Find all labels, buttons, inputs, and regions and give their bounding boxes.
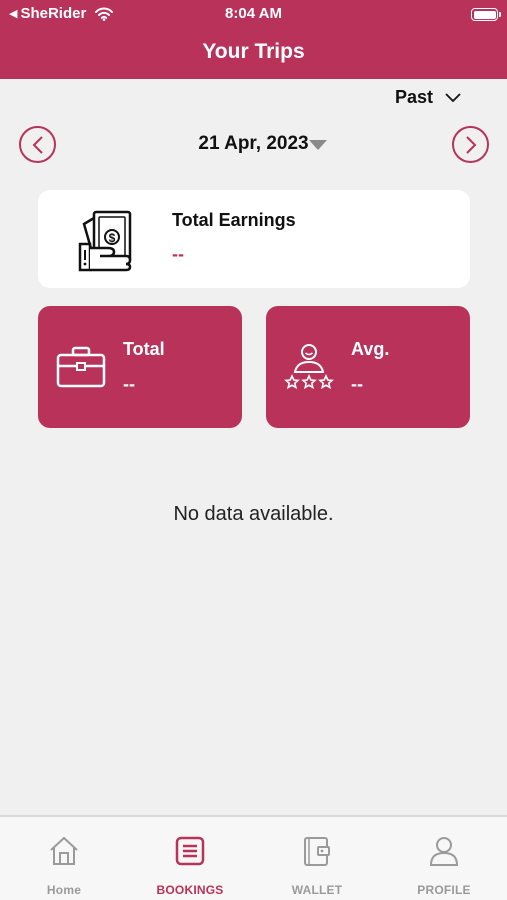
- tab-bookings[interactable]: BOOKINGS: [127, 817, 253, 897]
- page-title: Your Trips: [202, 40, 305, 63]
- bottom-tab-bar: Home BOOKINGS WALLET PROFILE: [0, 815, 507, 900]
- avg-value: --: [351, 374, 363, 394]
- earnings-value: --: [172, 244, 184, 264]
- app-header: ◀ SheRider 8:04 AM Your Trips: [0, 0, 507, 79]
- cash-in-hand-icon: $: [78, 210, 132, 272]
- tab-wallet[interactable]: WALLET: [254, 817, 380, 897]
- filter-label: Past: [394, 87, 433, 107]
- tab-wallet-label: WALLET: [291, 883, 343, 897]
- earnings-title: Total Earnings: [172, 210, 296, 230]
- total-trips-card: Total --: [38, 306, 242, 428]
- tab-profile[interactable]: PROFILE: [381, 817, 507, 897]
- bookings-icon: [175, 836, 205, 866]
- selected-date[interactable]: 21 Apr, 2023: [0, 133, 507, 155]
- date-navigator: 21 Apr, 2023: [0, 124, 507, 166]
- tab-home[interactable]: Home: [1, 817, 127, 897]
- next-date-button[interactable]: [452, 126, 489, 163]
- total-value: --: [123, 374, 135, 394]
- date-dropdown-caret-icon[interactable]: [309, 140, 327, 150]
- svg-text:$: $: [109, 231, 116, 245]
- empty-state-message: No data available.: [173, 503, 334, 525]
- wallet-icon: [304, 837, 330, 866]
- tab-home-label: Home: [46, 883, 82, 897]
- total-label: Total: [123, 339, 165, 359]
- average-rating-card: Avg. --: [266, 306, 470, 428]
- status-time: 8:04 AM: [225, 5, 282, 22]
- home-icon: [50, 836, 78, 865]
- status-bar: ◀ SheRider 8:04 AM: [0, 0, 507, 28]
- chevron-down-icon: [445, 92, 461, 102]
- tab-bookings-label: BOOKINGS: [156, 883, 224, 897]
- avg-label: Avg.: [351, 339, 390, 359]
- briefcase-icon: [56, 346, 106, 388]
- chevron-right-icon: [465, 135, 476, 154]
- rating-icon: [284, 344, 334, 390]
- profile-icon: [429, 837, 459, 866]
- battery-icon: [471, 8, 501, 21]
- tab-profile-label: PROFILE: [417, 883, 471, 897]
- total-earnings-card: $ Total Earnings --: [38, 190, 470, 288]
- trip-filter-dropdown[interactable]: Past: [395, 87, 461, 108]
